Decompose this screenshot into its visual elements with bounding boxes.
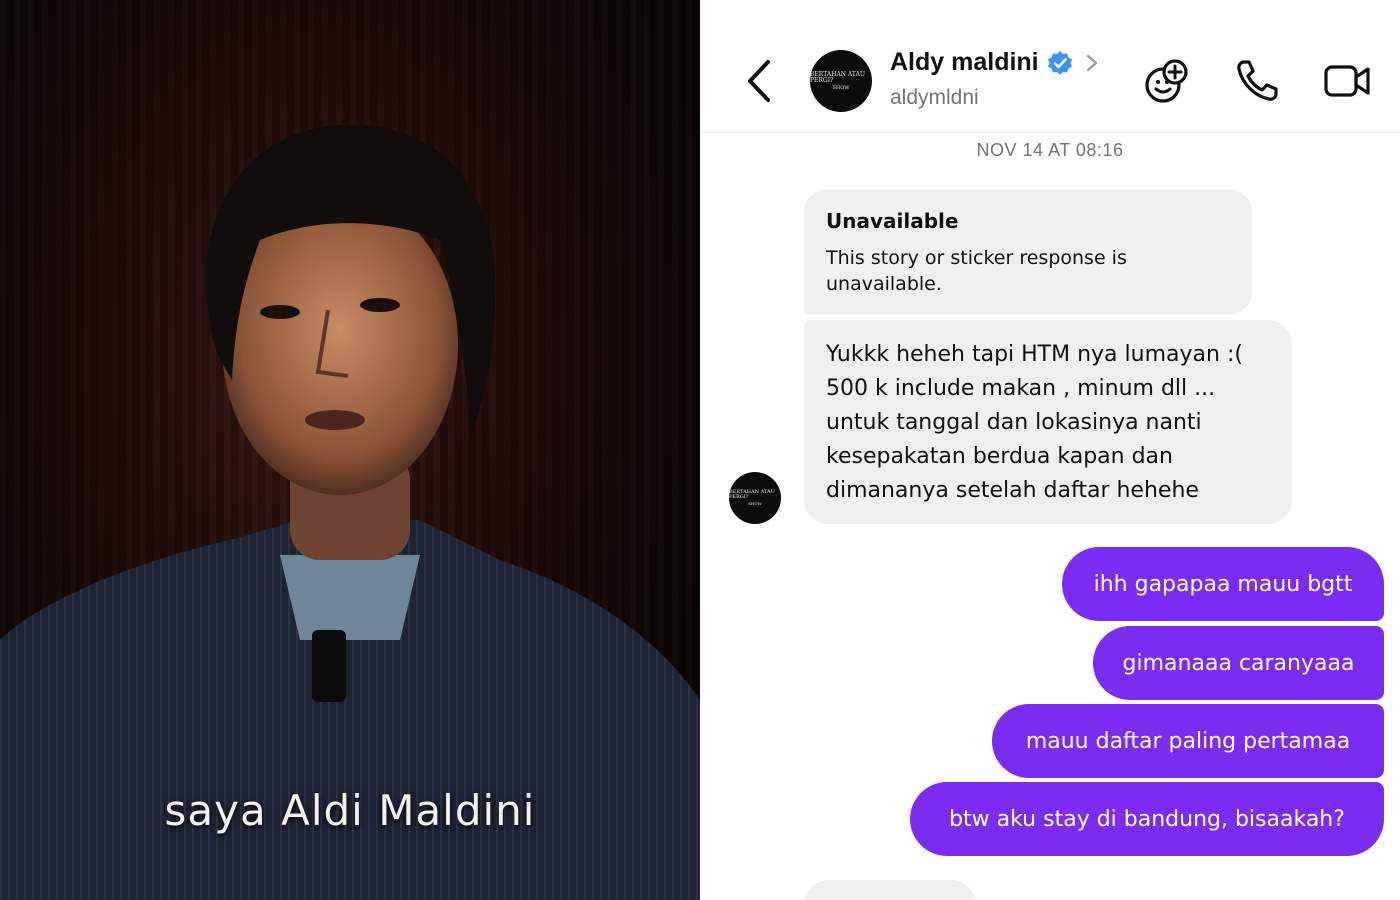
message-timestamp: NOV 14 AT 08:16 <box>976 140 1124 160</box>
back-arrow-icon[interactable] <box>740 56 780 106</box>
avatar-subtext: SHOW <box>832 84 850 91</box>
avatar-text: BERTAHAN ATAU PERGI? <box>729 489 775 500</box>
mouth <box>305 410 365 430</box>
unavailable-body: This story or sticker response is unavai… <box>826 247 1127 295</box>
avatar-text: BERTAHAN ATAU PERGI? <box>810 70 865 84</box>
left-eye <box>260 305 300 319</box>
chat-panel: BERTAHAN ATAU PERGI? SHOW Aldy maldini a… <box>700 0 1400 900</box>
unavailable-story-bubble[interactable]: Unavailable This story or sticker respon… <box>804 189 1252 315</box>
tshirt-collar <box>280 555 420 640</box>
sent-message[interactable]: ihh gapapaa mauu bgtt <box>1062 547 1384 621</box>
contact-handle: aldymldni <box>890 86 979 109</box>
video-frame: saya Aldi Maldini <box>0 0 700 900</box>
video-camera-icon[interactable] <box>1322 56 1372 106</box>
contact-name-row[interactable]: Aldy maldini <box>890 48 1099 77</box>
avatar[interactable]: BERTAHAN ATAU PERGI? SHOW <box>810 50 872 112</box>
sent-message[interactable]: gimanaaa caranyaaa <box>1093 626 1384 700</box>
chat-header: BERTAHAN ATAU PERGI? SHOW Aldy maldini a… <box>700 0 1400 133</box>
received-message[interactable]: Yukkk heheh tapi HTM nya lumayan :( 500 … <box>804 320 1292 524</box>
avatar-subtext: SHOW <box>748 501 762 506</box>
sender-avatar[interactable]: BERTAHAN ATAU PERGI? SHOW <box>729 472 781 524</box>
person-illustration <box>0 124 700 900</box>
verified-badge-icon <box>1047 50 1072 75</box>
contact-name: Aldy maldini <box>890 48 1039 76</box>
lapel-mic <box>312 630 346 702</box>
right-eye <box>360 298 400 312</box>
sent-message[interactable]: btw aku stay di bandung, bisaakah? <box>910 782 1384 856</box>
sent-message[interactable]: mauu daftar paling pertamaa <box>992 704 1384 778</box>
phone-icon[interactable] <box>1232 56 1282 106</box>
video-caption: saya Aldi Maldini <box>164 786 536 835</box>
received-message-partial[interactable] <box>804 880 976 900</box>
effects-icon[interactable] <box>1142 56 1192 106</box>
chevron-right-icon <box>1086 54 1097 71</box>
unavailable-title: Unavailable <box>826 209 959 233</box>
